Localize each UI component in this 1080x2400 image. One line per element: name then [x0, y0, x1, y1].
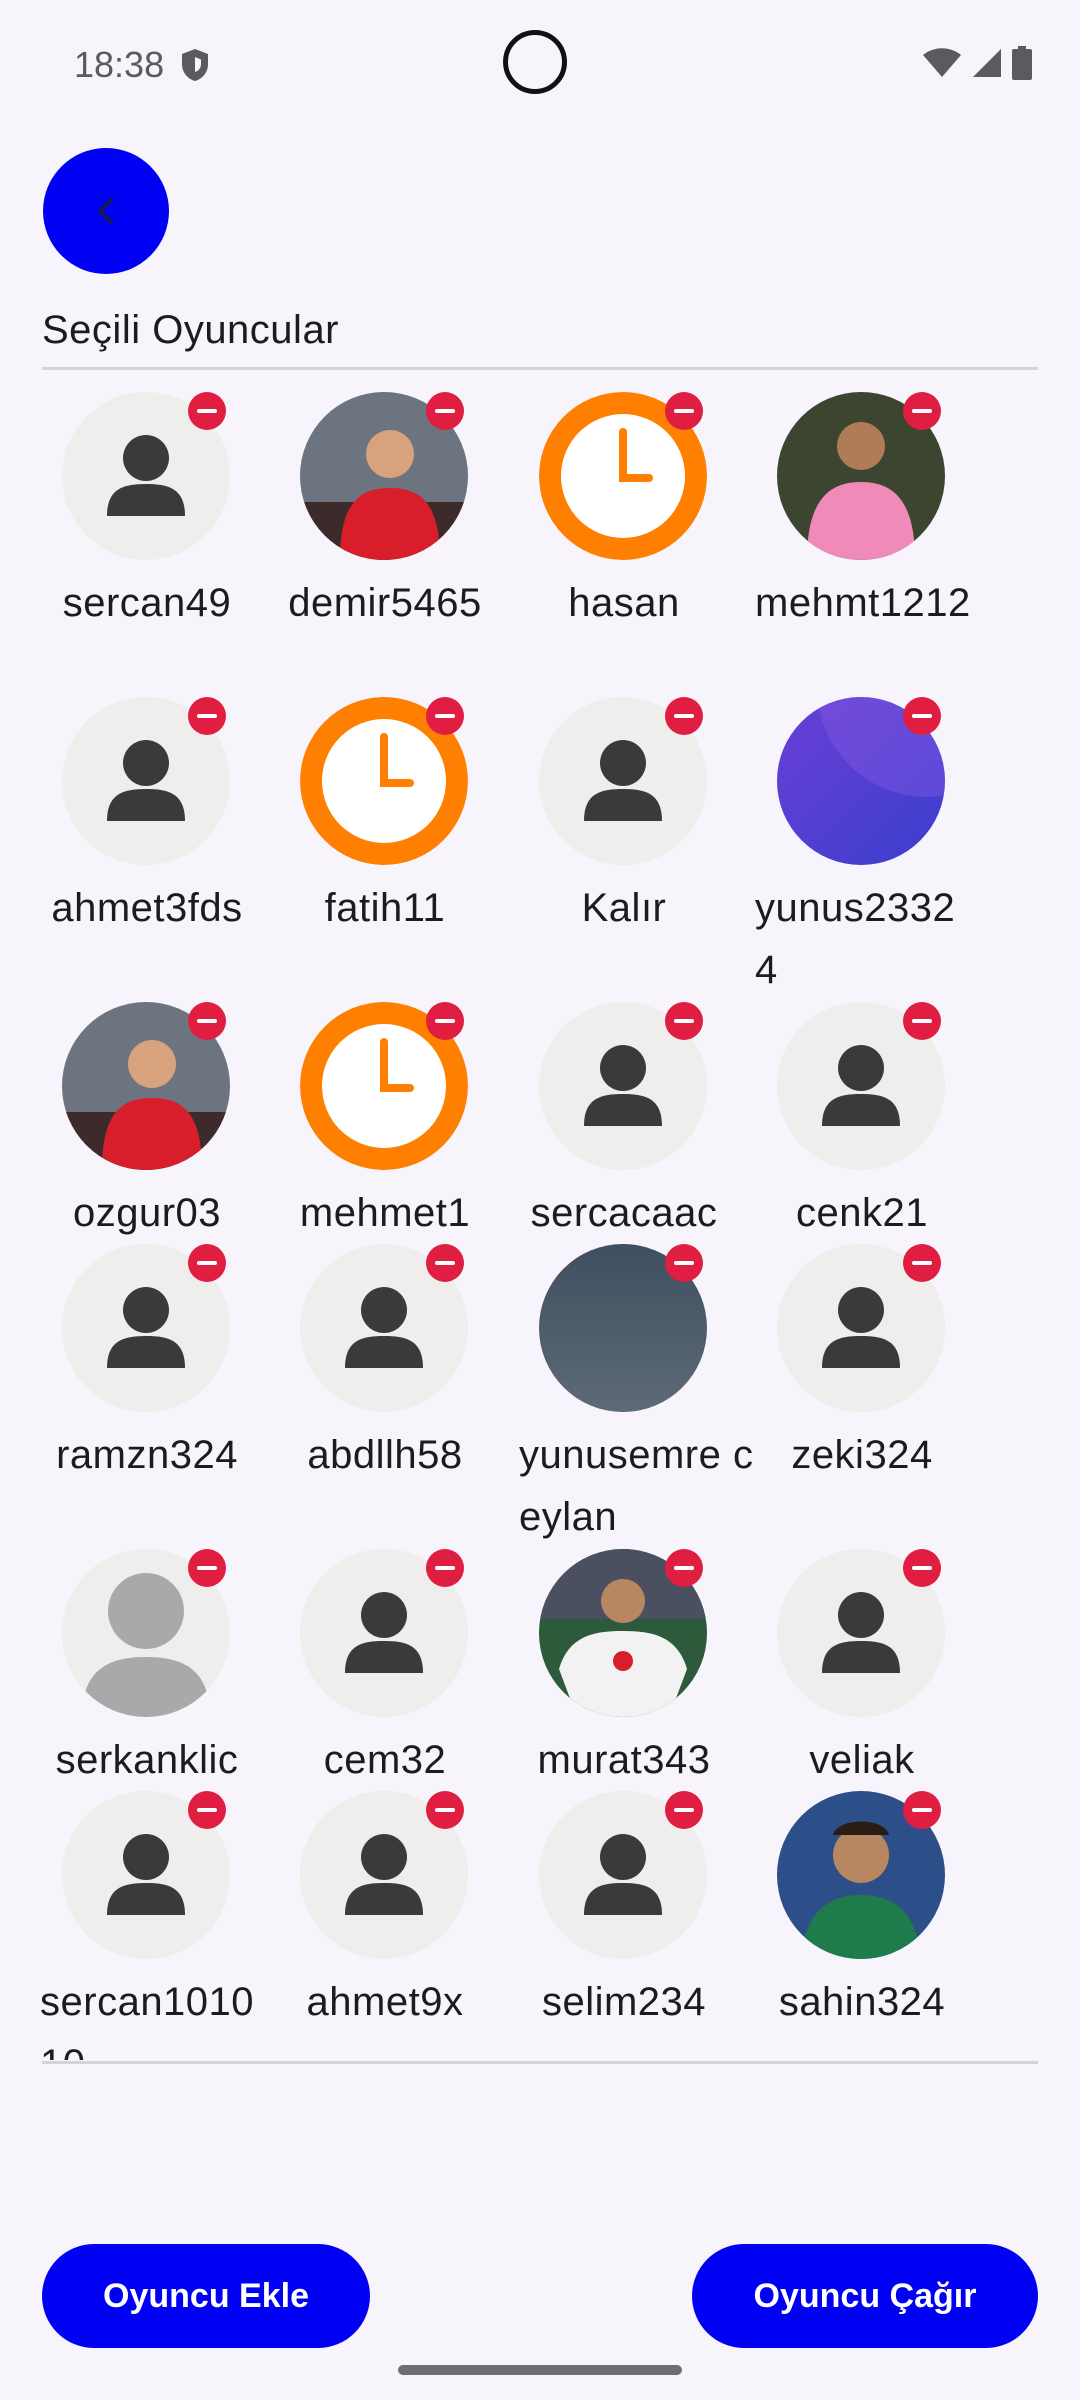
- remove-icon[interactable]: [903, 697, 941, 735]
- remove-icon[interactable]: [665, 1002, 703, 1040]
- remove-icon[interactable]: [188, 1002, 226, 1040]
- player-name: yunus23324: [755, 886, 956, 992]
- player-name: abdllh58: [307, 1433, 463, 1477]
- player-name: cenk21: [796, 1191, 928, 1235]
- remove-icon[interactable]: [188, 1549, 226, 1587]
- status-bar: 18:38: [0, 0, 1080, 120]
- front-camera: [503, 30, 567, 94]
- remove-icon[interactable]: [426, 1002, 464, 1040]
- back-button[interactable]: [43, 148, 169, 274]
- remove-icon[interactable]: [665, 1791, 703, 1829]
- player-name: zeki324: [791, 1433, 933, 1477]
- section-title: Seçili Oyuncular: [42, 308, 340, 352]
- home-indicator[interactable]: [398, 2365, 682, 2375]
- top-divider: [42, 367, 1038, 370]
- player-name: mehmet1: [299, 1191, 471, 1235]
- player-name: demir5465: [288, 581, 482, 625]
- remove-icon[interactable]: [903, 1791, 941, 1829]
- player-name: ahmet3fds: [51, 886, 243, 930]
- status-time: 18:38: [74, 44, 165, 85]
- player-name: ahmet9x: [306, 1980, 464, 2024]
- bottom-divider: [42, 2061, 1038, 2064]
- player-name: sercacaac: [530, 1191, 718, 1235]
- signal-icon: [973, 49, 1001, 77]
- remove-icon[interactable]: [188, 1244, 226, 1282]
- player-name: murat343: [537, 1738, 711, 1782]
- player-name: sahin324: [778, 1980, 946, 2024]
- shield-icon: [182, 49, 208, 81]
- remove-icon[interactable]: [426, 392, 464, 430]
- remove-icon[interactable]: [426, 697, 464, 735]
- remove-icon[interactable]: [665, 1549, 703, 1587]
- player-name: fatih11: [324, 886, 446, 930]
- player-name: selim234: [541, 1980, 707, 2024]
- add-player-button[interactable]: Oyuncu Ekle: [42, 2244, 370, 2348]
- player-name: serkanklic: [55, 1738, 239, 1782]
- player-name: ramzn324: [56, 1433, 238, 1477]
- remove-icon[interactable]: [188, 697, 226, 735]
- wifi-icon: [923, 48, 961, 77]
- player-name: yunusemre ceylan: [519, 1433, 754, 1539]
- remove-icon[interactable]: [188, 392, 226, 430]
- player-name: veliak: [809, 1738, 915, 1782]
- remove-icon[interactable]: [426, 1549, 464, 1587]
- call-player-button[interactable]: Oyuncu Çağır: [692, 2244, 1038, 2348]
- remove-icon[interactable]: [903, 392, 941, 430]
- player-name: cem32: [323, 1738, 447, 1782]
- remove-icon[interactable]: [665, 697, 703, 735]
- selected-players-grid[interactable]: sercan49 demir5465 hasan mehmt1212 ahmet…: [0, 372, 1080, 2060]
- player-name: ozgur03: [72, 1191, 222, 1235]
- system-icons: [922, 46, 1032, 80]
- remove-icon[interactable]: [188, 1791, 226, 1829]
- player-name: sercan49: [62, 581, 232, 625]
- player-name: hasan: [568, 581, 680, 625]
- player-name: Kalır: [581, 886, 667, 930]
- remove-icon[interactable]: [665, 392, 703, 430]
- player-name: sercan101010: [40, 1980, 255, 2060]
- remove-icon[interactable]: [903, 1244, 941, 1282]
- player-name: mehmt1212: [755, 581, 971, 625]
- remove-icon[interactable]: [426, 1791, 464, 1829]
- remove-icon[interactable]: [665, 1244, 703, 1282]
- battery-icon: [1012, 46, 1032, 80]
- chevron-left-icon: [98, 198, 113, 224]
- remove-icon[interactable]: [903, 1549, 941, 1587]
- remove-icon[interactable]: [903, 1002, 941, 1040]
- remove-icon[interactable]: [426, 1244, 464, 1282]
